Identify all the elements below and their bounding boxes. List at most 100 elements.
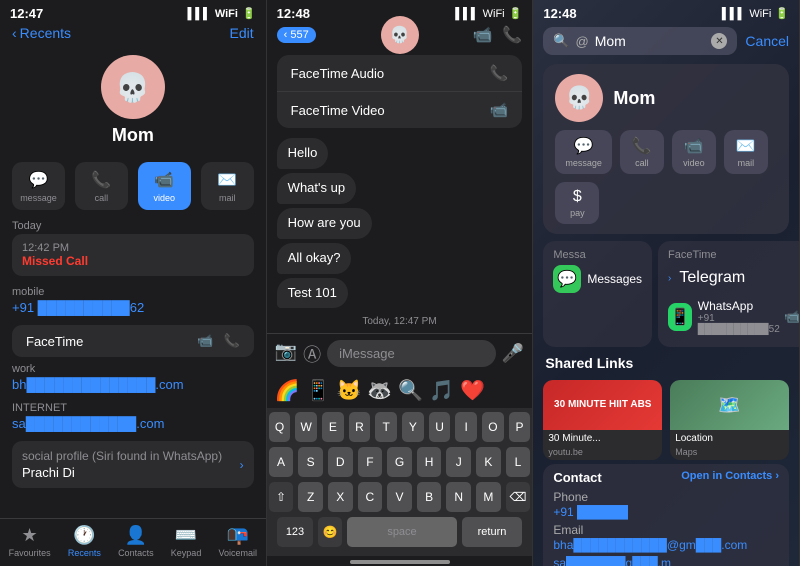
back-button-p1[interactable]: ‹ Recents xyxy=(12,25,71,41)
phone-value-p3[interactable]: +91 ██████ xyxy=(553,505,779,519)
emoji-apps[interactable]: 📱 xyxy=(306,378,331,403)
key-p[interactable]: P xyxy=(509,412,531,442)
mobile-value[interactable]: +91 ██████████62 xyxy=(12,300,254,315)
key-123[interactable]: 123 xyxy=(277,517,313,547)
call-button-p1[interactable]: 📞 call xyxy=(75,162,128,210)
edit-button-p1[interactable]: Edit xyxy=(230,25,254,41)
key-h[interactable]: H xyxy=(417,447,442,477)
phone-icon-p2[interactable]: 📞 xyxy=(502,25,522,45)
message-button-p1[interactable]: 💬 message xyxy=(12,162,65,210)
emoji-music[interactable]: 🎵 xyxy=(429,378,454,403)
result-call-btn[interactable]: 📞 call xyxy=(620,130,664,174)
tab-favourites-label: Favourites xyxy=(9,548,51,558)
search-clear-button[interactable]: ✕ xyxy=(711,33,727,49)
key-m[interactable]: M xyxy=(476,482,501,512)
key-j[interactable]: J xyxy=(446,447,471,477)
phone-icon-ft: 📞 xyxy=(490,64,509,82)
search-field-p3[interactable]: 🔍 @ Mom ✕ xyxy=(543,27,737,55)
whatsapp-video-icon[interactable]: 📹 xyxy=(784,309,800,325)
work-label: work xyxy=(12,363,254,375)
battery-icon: 🔋 xyxy=(242,7,256,20)
cancel-search-button[interactable]: Cancel xyxy=(745,33,789,49)
key-k[interactable]: K xyxy=(476,447,501,477)
panel-recents: 12:47 ▌▌▌ WiFi 🔋 ‹ Recents Edit 💀 Mom 💬 … xyxy=(0,0,267,566)
result-video-icon: 📹 xyxy=(684,136,704,156)
link-card-map[interactable]: 🗺️ Location Maps xyxy=(670,380,789,460)
missed-call-label: Missed Call xyxy=(22,254,244,268)
facetime-video-option[interactable]: FaceTime Video 📹 xyxy=(277,92,523,128)
voicemail-icon: 📭 xyxy=(227,525,249,546)
key-q[interactable]: Q xyxy=(269,412,291,442)
link-card-video[interactable]: 30 MINUTE HIIT ABS 30 Minute... youtu.be xyxy=(543,380,662,460)
emoji-raccoon[interactable]: 🦝 xyxy=(367,378,392,403)
status-bar-p1: 12:47 ▌▌▌ WiFi 🔋 xyxy=(0,0,266,23)
key-emoji[interactable]: 😊 xyxy=(318,517,342,547)
mic-icon-p2[interactable]: 🎤 xyxy=(502,343,524,364)
work-value[interactable]: bh██████████████.com xyxy=(12,377,254,392)
facetime-label-p1: FaceTime xyxy=(26,334,83,349)
key-o[interactable]: O xyxy=(482,412,504,442)
key-shift[interactable]: ⇧ xyxy=(269,482,294,512)
tab-recents[interactable]: 🕐 Recents xyxy=(68,525,101,558)
result-message-btn[interactable]: 💬 message xyxy=(555,130,612,174)
email-value1-p3[interactable]: bha███████████@gm███.com xyxy=(553,538,779,552)
result-pay-icon: $ xyxy=(573,188,582,206)
result-pay-btn[interactable]: $ pay xyxy=(555,182,599,224)
emoji-search[interactable]: 🔍 xyxy=(398,378,423,403)
internet-value[interactable]: sa████████████.com xyxy=(12,416,254,431)
key-x[interactable]: X xyxy=(328,482,353,512)
imessage-input[interactable]: iMessage xyxy=(327,340,496,367)
key-l[interactable]: L xyxy=(506,447,531,477)
status-icons-p1: ▌▌▌ WiFi 🔋 xyxy=(187,7,255,20)
key-a[interactable]: A xyxy=(269,447,294,477)
camera-icon-p2[interactable]: 📷 xyxy=(275,341,297,367)
key-b[interactable]: B xyxy=(417,482,442,512)
telegram-row[interactable]: › Telegram xyxy=(668,265,800,291)
key-f[interactable]: F xyxy=(358,447,383,477)
tab-contacts-label: Contacts xyxy=(118,548,154,558)
emoji-cat[interactable]: 🐱 xyxy=(336,378,361,403)
key-c[interactable]: C xyxy=(358,482,383,512)
back-badge-p2[interactable]: ‹ 557 xyxy=(277,27,316,43)
tab-favourites[interactable]: ★ Favourites xyxy=(9,525,51,558)
facetime-audio-icon[interactable]: 📞 xyxy=(223,333,239,349)
facetime-video-icon[interactable]: 📹 xyxy=(197,333,213,349)
apps-icon-p2[interactable]: Ⓐ xyxy=(303,341,321,367)
key-r[interactable]: R xyxy=(349,412,371,442)
key-y[interactable]: Y xyxy=(402,412,424,442)
key-z[interactable]: Z xyxy=(298,482,323,512)
social-label-text: social profile (Siri found in WhatsApp) xyxy=(22,449,222,463)
key-w[interactable]: W xyxy=(295,412,317,442)
open-in-contacts-link[interactable]: Open in Contacts › xyxy=(681,470,779,485)
video-button-p1[interactable]: 📹 video xyxy=(138,162,191,210)
key-u[interactable]: U xyxy=(429,412,451,442)
key-space[interactable]: space xyxy=(347,517,457,547)
key-e[interactable]: E xyxy=(322,412,344,442)
key-v[interactable]: V xyxy=(387,482,412,512)
chevron-right-icon: › xyxy=(668,273,671,284)
emoji-rainbow[interactable]: 🌈 xyxy=(275,378,300,403)
mail-button-p1[interactable]: ✉️ mail xyxy=(201,162,254,210)
tab-voicemail[interactable]: 📭 Voicemail xyxy=(219,525,258,558)
tab-keypad-label: Keypad xyxy=(171,548,202,558)
key-i[interactable]: I xyxy=(455,412,477,442)
social-profile-row[interactable]: social profile (Siri found in WhatsApp) … xyxy=(12,441,254,488)
key-return[interactable]: return xyxy=(462,517,522,547)
key-t[interactable]: T xyxy=(375,412,397,442)
key-d[interactable]: D xyxy=(328,447,353,477)
key-s[interactable]: S xyxy=(298,447,323,477)
result-video-btn[interactable]: 📹 video xyxy=(672,130,716,174)
email-value2-p3[interactable]: sa███████g███.m xyxy=(553,556,779,566)
key-n[interactable]: N xyxy=(446,482,471,512)
facetime-row-p1: FaceTime 📹 📞 xyxy=(12,325,254,357)
contact-section-title: Contact xyxy=(553,470,601,485)
key-backspace[interactable]: ⌫ xyxy=(506,482,531,512)
result-mail-btn[interactable]: ✉️ mail xyxy=(724,130,768,174)
emoji-heart[interactable]: ❤️ xyxy=(460,378,485,403)
key-g[interactable]: G xyxy=(387,447,412,477)
tab-keypad[interactable]: ⌨️ Keypad xyxy=(171,525,202,558)
tab-contacts[interactable]: 👤 Contacts xyxy=(118,525,154,558)
msg-bubble-hello: Hello xyxy=(277,138,329,169)
facetime-audio-option[interactable]: FaceTime Audio 📞 xyxy=(277,55,523,92)
video-call-icon-p2[interactable]: 📹 xyxy=(473,25,493,45)
